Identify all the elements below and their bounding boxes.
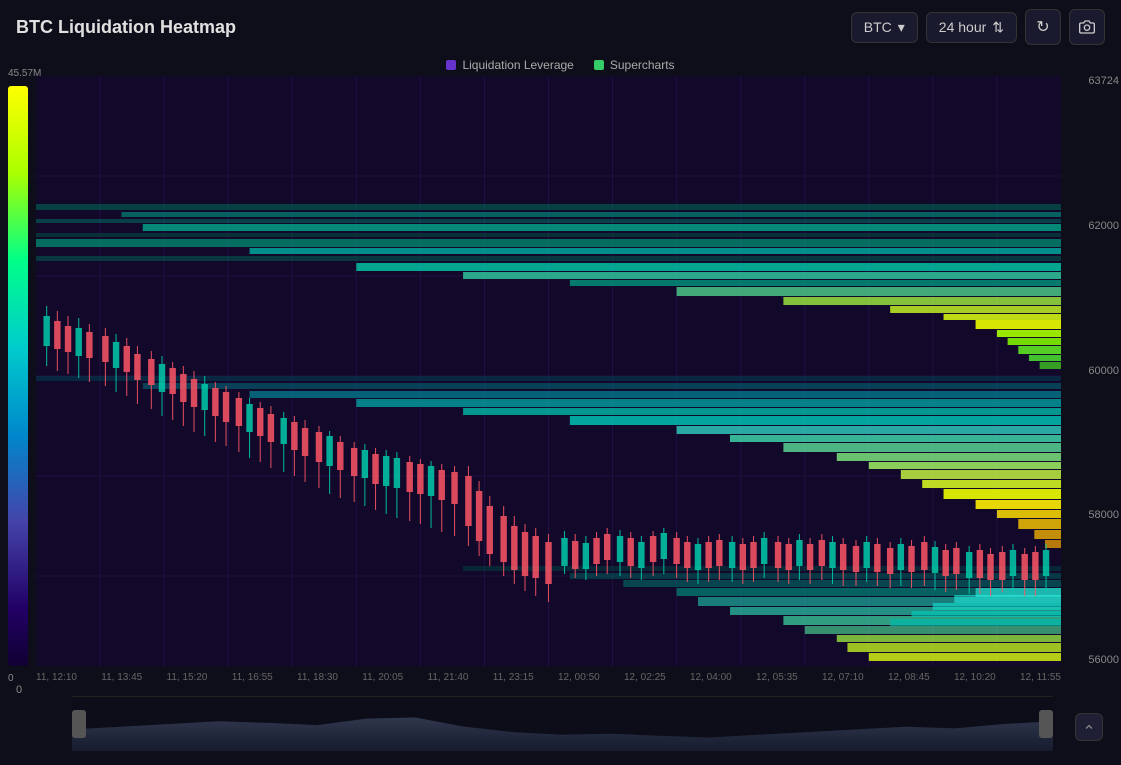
scale-bottom-label: 0 bbox=[8, 673, 14, 684]
screenshot-button[interactable] bbox=[1069, 9, 1105, 45]
color-scale: 45.57M 0 bbox=[8, 86, 28, 666]
time-label-2: 11, 15:20 bbox=[167, 672, 208, 696]
price-label-60000: 60000 bbox=[1088, 366, 1119, 377]
price-axis: 63724 62000 60000 58000 56000 bbox=[1088, 76, 1119, 666]
asset-label: BTC bbox=[864, 19, 892, 35]
time-label-15: 12, 11:55 bbox=[1020, 672, 1061, 696]
chevron-up-icon bbox=[1083, 721, 1095, 733]
heatmap-canvas[interactable]: ⬡ coinglass bbox=[36, 76, 1061, 666]
refresh-button[interactable]: ↻ bbox=[1025, 9, 1061, 45]
price-label-62000: 62000 bbox=[1088, 221, 1119, 232]
time-label-0: 11, 12:10 bbox=[36, 672, 77, 696]
time-label-1: 11, 13:45 bbox=[101, 672, 142, 696]
page-title: BTC Liquidation Heatmap bbox=[16, 17, 236, 38]
legend-dot-liquidation bbox=[446, 60, 456, 70]
time-label-9: 12, 02:25 bbox=[624, 672, 666, 696]
header: BTC Liquidation Heatmap BTC ▾ 24 hour ⇅ … bbox=[0, 0, 1121, 54]
price-label-63724: 63724 bbox=[1088, 76, 1119, 87]
mini-chart-area bbox=[72, 697, 1053, 751]
legend-label-supercharts: Supercharts bbox=[610, 58, 675, 72]
time-label-7: 11, 23:15 bbox=[493, 672, 534, 696]
legend-liquidation: Liquidation Leverage bbox=[446, 58, 573, 72]
chevron-down-icon: ▾ bbox=[898, 19, 905, 36]
time-label-4: 11, 18:30 bbox=[297, 672, 338, 696]
price-label-56000: 56000 bbox=[1088, 655, 1119, 666]
legend-label-liquidation: Liquidation Leverage bbox=[462, 58, 573, 72]
chart-area: ⬡ coinglass 63724 62000 60000 58000 5600… bbox=[36, 76, 1061, 696]
time-label-14: 12, 10:20 bbox=[954, 672, 996, 696]
heatmap-svg: ⬡ coinglass bbox=[36, 76, 1061, 666]
asset-select[interactable]: BTC ▾ bbox=[851, 12, 918, 43]
scroll-to-top-button[interactable] bbox=[1075, 713, 1103, 741]
time-label-10: 12, 04:00 bbox=[690, 672, 732, 696]
time-label-12: 12, 07:10 bbox=[822, 672, 864, 696]
legend-supercharts: Supercharts bbox=[594, 58, 675, 72]
scroll-handle-right[interactable] bbox=[1039, 710, 1053, 738]
legend-dot-supercharts bbox=[594, 60, 604, 70]
y-axis-zero: 0 bbox=[16, 684, 22, 696]
time-label-11: 12, 05:35 bbox=[756, 672, 798, 696]
time-label-6: 11, 21:40 bbox=[428, 672, 469, 696]
timeframe-label: 24 hour bbox=[939, 19, 986, 35]
chart-wrapper: 45.57M 0 bbox=[0, 76, 1121, 696]
scroll-handle-left[interactable] bbox=[72, 710, 86, 738]
chart-legend: Liquidation Leverage Supercharts bbox=[0, 54, 1121, 76]
header-controls: BTC ▾ 24 hour ⇅ ↻ bbox=[851, 9, 1105, 45]
time-label-13: 12, 08:45 bbox=[888, 672, 930, 696]
price-label-58000: 58000 bbox=[1088, 510, 1119, 521]
mini-chart[interactable] bbox=[72, 696, 1053, 751]
camera-icon bbox=[1079, 19, 1095, 35]
time-label-8: 12, 00:50 bbox=[558, 672, 600, 696]
time-axis: 11, 12:10 11, 13:45 11, 15:20 11, 16:55 … bbox=[36, 666, 1061, 696]
chevron-updown-icon: ⇅ bbox=[992, 19, 1004, 36]
time-label-5: 11, 20:05 bbox=[362, 672, 403, 696]
time-label-3: 11, 16:55 bbox=[232, 672, 273, 696]
timeframe-select[interactable]: 24 hour ⇅ bbox=[926, 12, 1017, 43]
